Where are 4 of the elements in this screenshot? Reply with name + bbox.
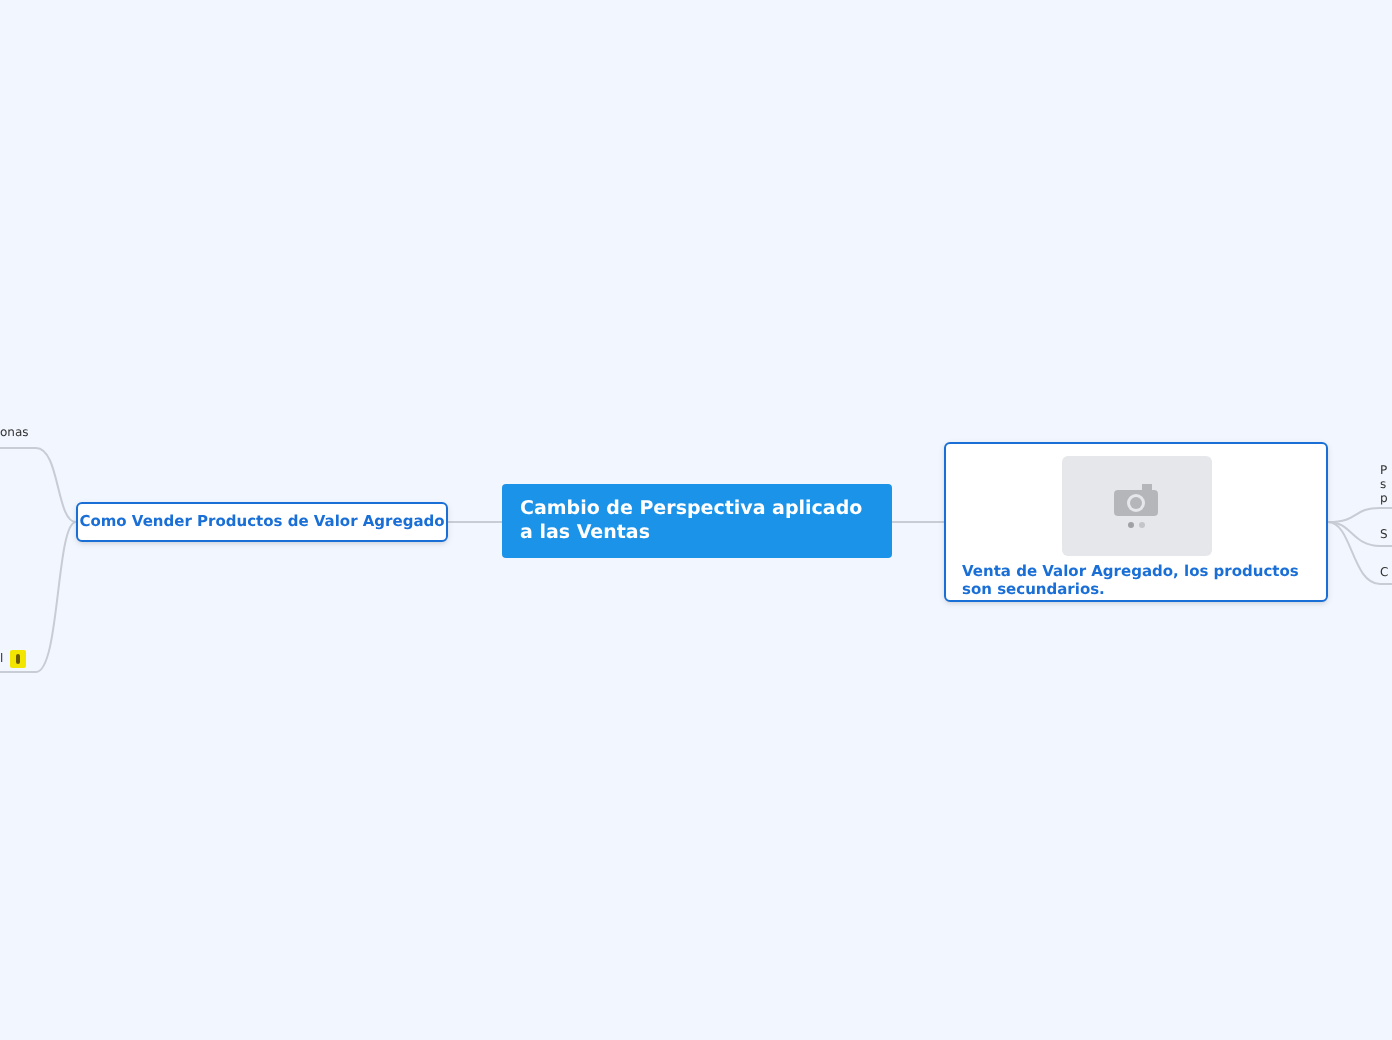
pager-dots-icon [1127,522,1145,528]
camera-icon [1114,484,1158,516]
connector-line [447,521,503,523]
connector-line [891,521,945,523]
